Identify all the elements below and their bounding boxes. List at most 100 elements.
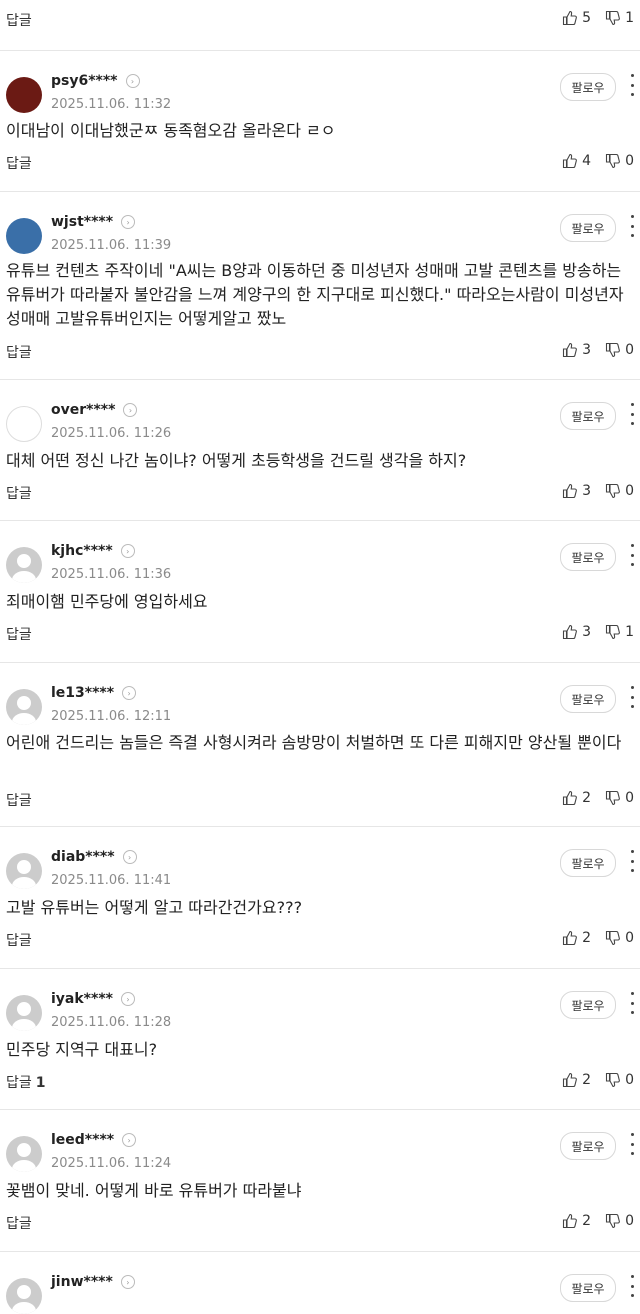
dislike-button[interactable]: 1 bbox=[605, 10, 634, 26]
dislike-button[interactable]: 0 bbox=[605, 1072, 634, 1088]
dislike-count: 0 bbox=[625, 483, 634, 499]
profile-chevron-icon[interactable]: › bbox=[122, 686, 137, 700]
avatar[interactable] bbox=[6, 1278, 42, 1314]
like-button[interactable]: 2 bbox=[562, 1213, 591, 1229]
reply-button[interactable]: 답글 bbox=[6, 930, 36, 950]
more-options-icon[interactable] bbox=[628, 544, 636, 566]
username[interactable]: kjhc**** bbox=[51, 543, 113, 559]
profile-chevron-icon[interactable]: › bbox=[120, 992, 135, 1006]
reply-label: 답글 bbox=[6, 793, 32, 809]
avatar-icon bbox=[12, 696, 36, 725]
username-row: jinw**** › bbox=[51, 1274, 135, 1290]
more-options-icon[interactable] bbox=[628, 992, 636, 1014]
reply-button[interactable]: 답글 bbox=[6, 483, 36, 503]
dislike-button[interactable]: 0 bbox=[605, 790, 634, 806]
follow-button[interactable]: 팔로우 bbox=[560, 1132, 616, 1160]
thumbs-up-icon bbox=[563, 1072, 578, 1088]
dislike-count: 0 bbox=[625, 1213, 634, 1229]
like-button[interactable]: 2 bbox=[562, 930, 591, 946]
like-button[interactable]: 5 bbox=[562, 10, 591, 26]
username[interactable]: over**** bbox=[51, 402, 115, 418]
comment-text: 민주당 지역구 대표니? bbox=[6, 1040, 158, 1059]
username[interactable]: psy6**** bbox=[51, 73, 118, 89]
thumbs-down-icon bbox=[606, 1213, 620, 1229]
like-count: 3 bbox=[582, 624, 592, 640]
comment-date: 2025.11.06. 11:28 bbox=[51, 1015, 172, 1030]
reply-button[interactable]: 답글 bbox=[6, 1213, 36, 1233]
username-row: leed**** › bbox=[51, 1132, 137, 1148]
avatar[interactable] bbox=[6, 689, 42, 725]
avatar[interactable] bbox=[6, 547, 42, 583]
dislike-button[interactable]: 0 bbox=[605, 483, 634, 499]
follow-button[interactable]: 팔로우 bbox=[560, 991, 616, 1019]
avatar[interactable] bbox=[6, 406, 42, 442]
username[interactable]: iyak**** bbox=[51, 991, 113, 1007]
avatar[interactable] bbox=[6, 995, 42, 1031]
thumbs-up-icon bbox=[563, 930, 578, 946]
avatar[interactable] bbox=[6, 853, 42, 889]
more-options-icon[interactable] bbox=[628, 850, 636, 872]
avatar[interactable] bbox=[6, 1136, 42, 1172]
dislike-button[interactable]: 1 bbox=[605, 624, 634, 640]
dislike-button[interactable]: 0 bbox=[605, 342, 634, 358]
profile-chevron-icon[interactable]: › bbox=[122, 850, 137, 864]
dislike-button[interactable]: 0 bbox=[605, 153, 634, 169]
profile-chevron-icon[interactable]: › bbox=[123, 403, 138, 417]
comment-text: 이대남이 이대남했군ㅉ 동족혐오감 올라온다 ㄹㅇ bbox=[6, 121, 336, 140]
more-options-icon[interactable] bbox=[628, 686, 636, 708]
like-button[interactable]: 4 bbox=[562, 153, 591, 169]
avatar[interactable] bbox=[6, 218, 42, 254]
username[interactable]: diab**** bbox=[51, 849, 115, 865]
dislike-count: 0 bbox=[625, 342, 634, 358]
username-row: over**** › bbox=[51, 402, 138, 418]
like-button[interactable]: 2 bbox=[562, 790, 591, 806]
reply-button[interactable]: 답글 bbox=[6, 10, 32, 30]
profile-chevron-icon[interactable]: › bbox=[125, 74, 140, 88]
profile-chevron-icon[interactable]: › bbox=[122, 1133, 137, 1147]
reply-label: 답글 bbox=[6, 627, 32, 643]
profile-chevron-icon[interactable]: › bbox=[121, 215, 136, 229]
dislike-button[interactable]: 0 bbox=[605, 930, 634, 946]
more-options-icon[interactable] bbox=[628, 215, 636, 237]
reply-button[interactable]: 답글 bbox=[6, 342, 36, 362]
avatar-icon bbox=[12, 1002, 36, 1031]
like-button[interactable]: 3 bbox=[562, 624, 591, 640]
follow-button[interactable]: 팔로우 bbox=[560, 685, 616, 713]
like-count: 2 bbox=[582, 790, 592, 806]
avatar-icon bbox=[7, 407, 42, 442]
reply-button[interactable]: 답글 bbox=[6, 153, 36, 173]
follow-button[interactable]: 팔로우 bbox=[560, 73, 616, 101]
like-button[interactable]: 3 bbox=[562, 342, 591, 358]
follow-button[interactable]: 팔로우 bbox=[560, 543, 616, 571]
username[interactable]: leed**** bbox=[51, 1132, 114, 1148]
username[interactable]: jinw**** bbox=[51, 1274, 113, 1290]
comment-date: 2025.11.06. 12:11 bbox=[51, 709, 172, 724]
like-button[interactable]: 2 bbox=[562, 1072, 591, 1088]
reply-button[interactable]: 답글 bbox=[6, 624, 36, 644]
reply-button[interactable]: 답글 bbox=[6, 790, 36, 810]
avatar-icon bbox=[6, 77, 42, 113]
previous-comment-footer: 답글 5 1 bbox=[0, 0, 640, 44]
follow-button[interactable]: 팔로우 bbox=[560, 1274, 616, 1302]
like-count: 4 bbox=[582, 153, 592, 169]
comment-text: 죄매이햄 민주당에 영입하세요 bbox=[6, 592, 208, 611]
thumbs-down-icon bbox=[606, 790, 620, 806]
profile-chevron-icon[interactable]: › bbox=[120, 1275, 135, 1289]
reactions: 2 0 bbox=[562, 790, 634, 806]
follow-button[interactable]: 팔로우 bbox=[560, 849, 616, 877]
more-options-icon[interactable] bbox=[628, 1275, 636, 1297]
follow-button[interactable]: 팔로우 bbox=[560, 402, 616, 430]
dislike-button[interactable]: 0 bbox=[605, 1213, 634, 1229]
avatar-icon bbox=[6, 218, 42, 254]
avatar[interactable] bbox=[6, 77, 42, 113]
username[interactable]: wjst**** bbox=[51, 214, 113, 230]
reply-button[interactable]: 답글 1 bbox=[6, 1072, 46, 1092]
reply-label: 답글 bbox=[6, 933, 32, 949]
more-options-icon[interactable] bbox=[628, 74, 636, 96]
username[interactable]: le13**** bbox=[51, 685, 114, 701]
more-options-icon[interactable] bbox=[628, 1133, 636, 1155]
like-button[interactable]: 3 bbox=[562, 483, 591, 499]
follow-button[interactable]: 팔로우 bbox=[560, 214, 616, 242]
more-options-icon[interactable] bbox=[628, 403, 636, 425]
profile-chevron-icon[interactable]: › bbox=[120, 544, 135, 558]
